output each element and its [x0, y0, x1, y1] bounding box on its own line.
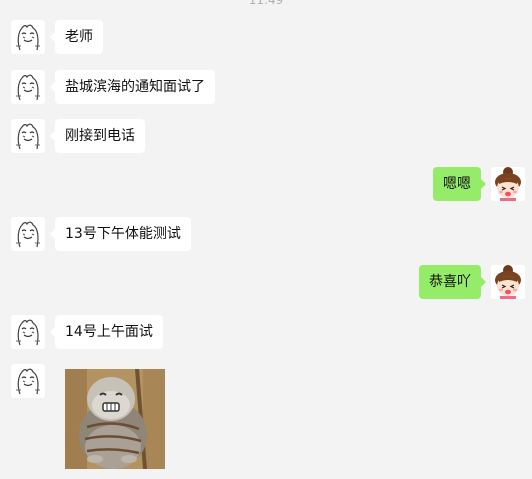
sketch-bear-avatar-icon: [16, 24, 40, 51]
self-avatar[interactable]: [491, 265, 525, 299]
sketch-bear-avatar-icon: [16, 123, 40, 150]
cartoon-girl-avatar-icon: [491, 167, 525, 201]
message-bubble-incoming[interactable]: 13号下午体能测试: [50, 217, 191, 251]
hamster-sticker-image-icon: [65, 369, 165, 469]
contact-avatar[interactable]: [11, 70, 45, 104]
self-avatar[interactable]: [491, 167, 525, 201]
message-text: 14号上午面试: [65, 324, 153, 340]
contact-avatar[interactable]: [11, 315, 45, 349]
message-bubble-incoming[interactable]: 盐城滨海的通知面试了: [50, 70, 215, 104]
timestamp: 11:49: [248, 0, 284, 7]
sketch-bear-avatar-icon: [16, 221, 40, 248]
message-bubble-incoming[interactable]: 刚接到电话: [50, 119, 145, 153]
message-text: 刚接到电话: [65, 128, 135, 144]
sketch-bear-avatar-icon: [16, 368, 40, 395]
message-bubble-outgoing[interactable]: 恭喜吖: [419, 265, 486, 299]
sketch-bear-avatar-icon: [16, 319, 40, 346]
message-text: 恭喜吖: [429, 274, 471, 290]
cartoon-girl-avatar-icon: [491, 265, 525, 299]
message-text: 嗯嗯: [443, 176, 471, 192]
message-text: 13号下午体能测试: [65, 226, 181, 242]
contact-avatar[interactable]: [11, 364, 45, 398]
contact-avatar[interactable]: [11, 217, 45, 251]
message-text: 老师: [65, 29, 93, 45]
sketch-bear-avatar-icon: [16, 74, 40, 101]
message-bubble-incoming[interactable]: 老师: [50, 20, 103, 54]
message-bubble-incoming[interactable]: 14号上午面试: [50, 315, 163, 349]
message-text: 盐城滨海的通知面试了: [65, 79, 205, 95]
sticker-message[interactable]: [65, 369, 165, 469]
message-bubble-outgoing[interactable]: 嗯嗯: [433, 167, 486, 201]
contact-avatar[interactable]: [11, 119, 45, 153]
contact-avatar[interactable]: [11, 20, 45, 54]
